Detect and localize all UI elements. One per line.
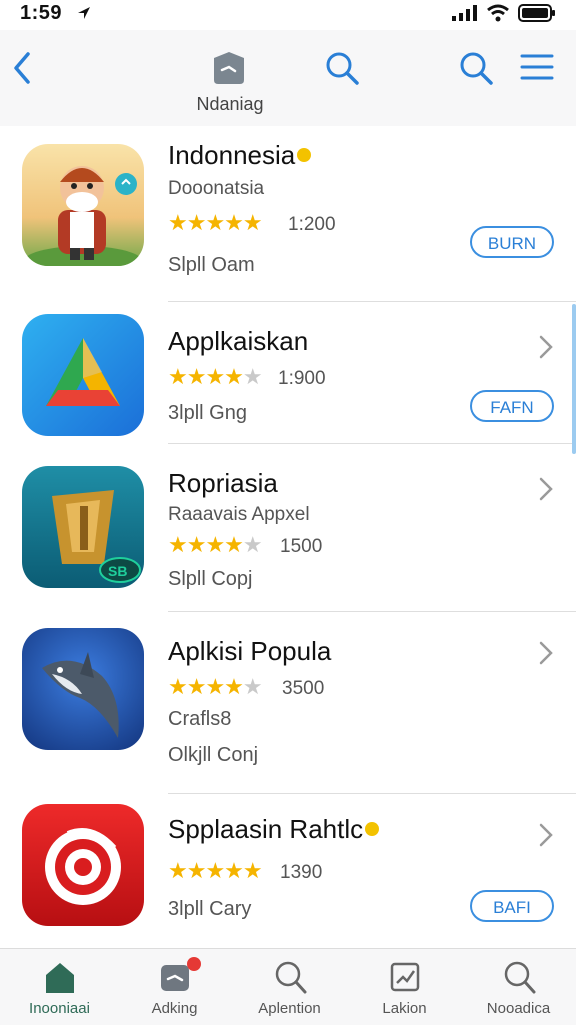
search-icon[interactable] (322, 48, 362, 88)
battery-icon (518, 4, 555, 22)
rating-count: 3500 (282, 678, 325, 699)
app-meta: 3lpll Gng (168, 402, 247, 424)
tab-label: Inooniaai (29, 1000, 90, 1017)
app-subtitle: Raaavais Appxel (168, 504, 310, 525)
app-meta: 3lpll Cary (168, 898, 252, 920)
home-icon (46, 963, 74, 993)
location-arrow-icon (78, 7, 90, 19)
app-name: Applkaiskan (168, 326, 309, 356)
app-store-tag-icon (214, 52, 244, 84)
shield-logo-icon[interactable]: SB (22, 466, 144, 588)
app-meta-secondary: Olkjll Conj (168, 744, 259, 766)
chevron-right-icon[interactable] (538, 476, 554, 502)
verified-badge-icon (365, 822, 380, 837)
app-name: Spplaasin Rahtlc (168, 814, 380, 845)
list-item[interactable]: Spplaasin Rahtlc ★★★★★ 1390 3lpll Cary B… (0, 794, 576, 948)
notification-badge (187, 957, 201, 971)
app-name: Ropriasia (168, 468, 278, 498)
tab-label: Lakion (382, 1000, 427, 1017)
chevron-right-icon[interactable] (538, 640, 554, 666)
get-button[interactable]: FAFN (470, 390, 554, 422)
cellular-signal-icon (452, 5, 477, 21)
list-item[interactable]: Indonnesia Dooonatsia ★★★★★ 1:200 Slpll … (0, 126, 576, 302)
search-icon[interactable] (456, 48, 496, 88)
app-name: Aplkisi Popula (168, 636, 332, 666)
tab-home[interactable]: Inooniaai (2, 949, 117, 1025)
star-rating: ★★★★★ (168, 364, 263, 389)
star-rating: ★★★★★ (168, 210, 263, 235)
app-meta: Slpll Copj (168, 568, 253, 590)
tab-label: Nooadica (486, 1000, 551, 1017)
rating-count: 1:200 (288, 214, 336, 235)
svg-text:SB: SB (108, 563, 127, 579)
tab-nooadica[interactable]: Nooadica (461, 949, 576, 1025)
triangle-logo-icon[interactable] (22, 314, 144, 436)
menu-icon[interactable] (518, 50, 556, 84)
tab-label: Adking (151, 1000, 198, 1017)
list-item[interactable]: Applkaiskan ★★★★★ 1:900 3lpll Gng FAFN (0, 302, 576, 444)
red-target-icon[interactable] (22, 804, 144, 926)
tab-lakion[interactable]: Lakion (347, 949, 462, 1025)
rating-count: 1:900 (278, 368, 326, 389)
tab-aplention[interactable]: Aplention (232, 949, 347, 1025)
star-rating: ★★★★★ (168, 532, 263, 557)
status-bar: 1:59 (0, 0, 576, 30)
chevron-right-icon[interactable] (538, 334, 554, 360)
chart-icon (390, 962, 420, 992)
tab-label: Aplention (258, 1000, 321, 1017)
star-rating: ★★★★★ (168, 858, 263, 883)
app-name: Indonnesia (168, 140, 312, 171)
app-subtitle: Dooonatsia (168, 178, 265, 199)
chevron-right-icon[interactable] (538, 822, 554, 848)
navigation-bar: Ndaniag (0, 30, 576, 126)
shark-icon[interactable] (22, 628, 144, 750)
star-rating: ★★★★★ (168, 674, 263, 699)
back-chevron-icon[interactable] (8, 50, 38, 86)
tab-adking[interactable]: Adking (117, 949, 232, 1025)
get-button[interactable]: BAFI (470, 890, 554, 922)
app-meta: Crafls8 (168, 708, 232, 730)
wifi-icon (487, 4, 509, 22)
scroll-indicator[interactable] (572, 304, 576, 454)
nav-title: Ndaniag (196, 94, 264, 114)
verified-badge-icon (297, 148, 312, 163)
list-item[interactable]: Aplkisi Popula ★★★★★ 3500 Crafls8 Olkjll… (0, 612, 576, 794)
app-meta: Slpll Oam (168, 254, 255, 276)
rating-count: 1390 (280, 862, 323, 883)
get-button[interactable]: BURN (470, 226, 554, 258)
app-name-text: Indonnesia (168, 140, 296, 170)
cartoon-character-icon[interactable] (22, 144, 144, 266)
tab-bar: Inooniaai Adking Aplention Lakion Nooadi… (0, 948, 576, 1025)
search-icon (504, 961, 536, 994)
search-icon (275, 961, 307, 994)
status-time: 1:59 (20, 2, 63, 24)
app-name-text: Spplaasin Rahtlc (168, 814, 364, 844)
rating-count: 1500 (280, 536, 323, 557)
list-item[interactable]: SB Ropriasia Raaavais Appxel ★★★★★ 1500 … (0, 444, 576, 612)
